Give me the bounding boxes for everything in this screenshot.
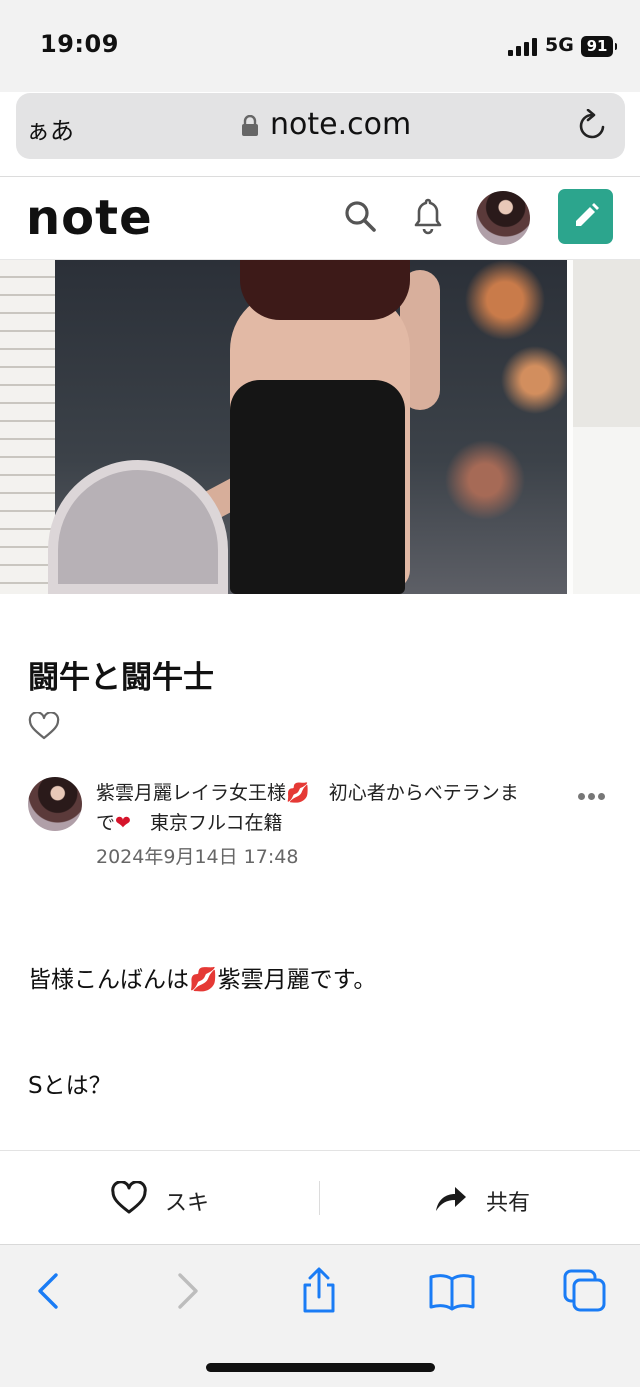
battery-icon: 91: [581, 36, 617, 57]
red-heart-icon: ❤: [115, 812, 131, 834]
reload-icon[interactable]: [575, 109, 609, 143]
like-label: スキ: [165, 1191, 210, 1216]
user-avatar[interactable]: [476, 191, 530, 245]
heart-icon[interactable]: [28, 712, 60, 740]
share-arrow-icon: [436, 1187, 466, 1211]
hero-image: [0, 260, 640, 594]
author-avatar[interactable]: [28, 777, 82, 831]
status-bar: 19:09 5G 91: [0, 0, 640, 92]
article-paragraph: Sとは？: [28, 1073, 112, 1099]
post-button[interactable]: [558, 189, 613, 244]
reader-settings-button[interactable]: ぁあ: [26, 111, 74, 146]
note-logo[interactable]: note: [26, 193, 153, 243]
site-header: note: [0, 177, 640, 260]
signal-icon: [508, 38, 538, 56]
pencil-icon: [576, 203, 599, 226]
bookmarks-icon[interactable]: [428, 1267, 476, 1315]
divider: [319, 1181, 320, 1215]
author-name[interactable]: 紫雲月麗レイラ女王様💋 初心者からベテランま で❤ 東京フルコ在籍: [96, 778, 536, 838]
network-type: 5G: [545, 34, 574, 56]
address-bar[interactable]: ぁあ note.com: [16, 93, 625, 159]
tabs-icon[interactable]: [561, 1267, 609, 1315]
heart-icon: [111, 1181, 147, 1214]
lock-icon: [242, 115, 258, 136]
forward-icon[interactable]: [162, 1267, 210, 1315]
browser-toolbar: [0, 1244, 640, 1387]
like-button[interactable]: スキ: [110, 1177, 230, 1219]
share-icon[interactable]: [295, 1267, 343, 1315]
url-text[interactable]: note.com: [270, 107, 411, 142]
article-paragraph: 皆様こんばんは 💋 紫雲月麗です。: [28, 967, 377, 993]
publish-date: 2024年9月14日 17:48: [96, 846, 299, 868]
share-button[interactable]: 共有: [434, 1177, 554, 1219]
more-options-icon[interactable]: [576, 784, 608, 810]
search-icon[interactable]: [343, 199, 377, 233]
article-title: 闘牛と闘牛士: [28, 660, 214, 696]
status-time: 19:09: [40, 30, 119, 58]
kiss-icon: 💋: [286, 782, 310, 804]
home-indicator: [206, 1363, 435, 1372]
action-bar: スキ 共有: [0, 1150, 640, 1245]
bell-icon[interactable]: [412, 197, 444, 235]
share-label: 共有: [486, 1191, 531, 1216]
kiss-icon: 💋: [189, 967, 218, 993]
back-icon[interactable]: [26, 1267, 74, 1315]
